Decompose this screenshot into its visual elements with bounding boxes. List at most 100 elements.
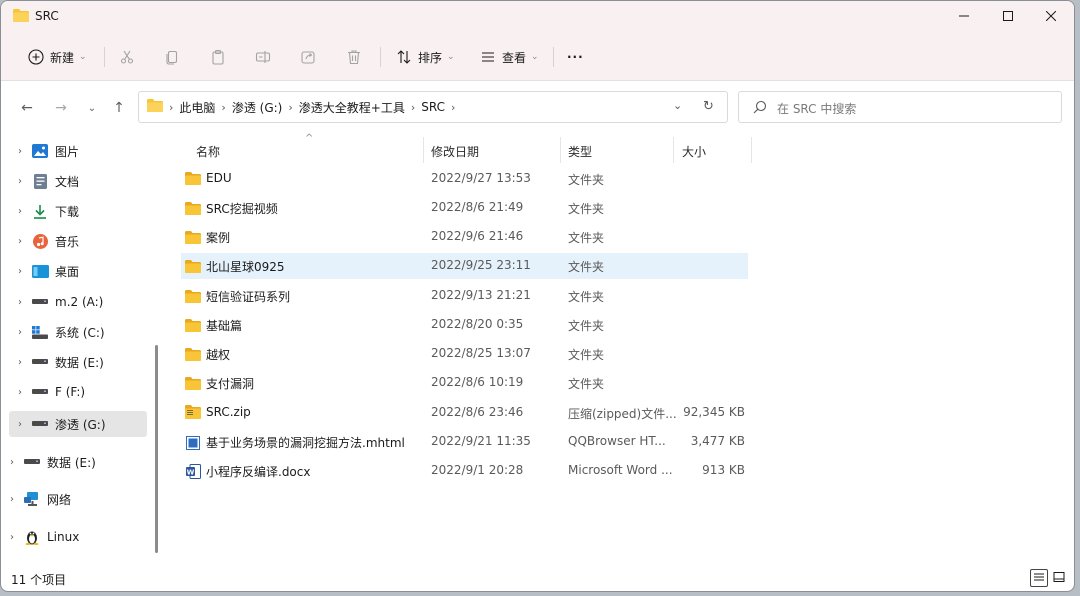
thumbnail-view-icon [1053,571,1065,586]
chevron-right-icon[interactable]: › [288,101,292,114]
sidebar-item-drive-f[interactable]: › F (F:) [9,379,147,405]
paste-button[interactable] [209,45,227,69]
address-bar[interactable]: › 此电脑 › 渗透 (G:) › 渗透大全教程+工具 › SRC › ⌄ ↻ [138,91,728,123]
toolbar-divider [553,47,554,67]
file-size: 3,477 KB [690,434,745,448]
sidebar-item-drive-a[interactable]: › m.2 (A:) [9,289,147,315]
breadcrumb-src[interactable]: SRC [421,100,445,114]
back-button[interactable]: ← [15,96,39,120]
file-type: 文件夹 [568,231,605,245]
music-icon [31,233,49,249]
table-row[interactable]: EDU 2022/9/27 13:53 文件夹 [181,166,748,192]
view-button[interactable]: 查看 ⌄ [479,45,539,69]
file-name-cell: 北山星球0925 [185,258,285,275]
table-row[interactable]: 越权 2022/8/25 13:07 文件夹 [181,341,748,367]
plus-circle-icon [27,48,45,66]
up-button[interactable]: ↑ [107,96,131,120]
chevron-right-icon[interactable]: › [9,327,31,338]
maximize-button[interactable] [985,1,1031,31]
table-row[interactable]: 基础篇 2022/8/20 0:35 文件夹 [181,312,748,338]
chevron-right-icon[interactable]: › [1,457,23,468]
sidebar-item-music[interactable]: › 音乐 [9,228,147,254]
search-box[interactable]: 在 SRC 中搜索 [738,91,1062,123]
file-name-cell: W 小程序反编译.docx [185,463,310,480]
table-row[interactable]: 支付漏洞 2022/8/6 10:19 文件夹 [181,370,748,396]
rename-button[interactable] [254,45,272,69]
recent-locations-button[interactable]: ⌄ [80,96,104,120]
toolbar-divider [380,47,381,67]
sidebar-item-linux[interactable]: › Linux [1,524,139,550]
chevron-right-icon[interactable]: › [221,101,225,114]
table-row[interactable]: 基于业务场景的漏洞挖掘方法.mhtml 2022/9/21 11:35 QQBr… [181,429,748,455]
address-row: ← → ⌄ ↑ › 此电脑 › 渗透 (G:) › 渗透大全教程+工具 › SR… [1,81,1074,135]
minimize-button[interactable] [941,1,987,31]
share-button[interactable] [299,45,317,69]
table-row[interactable]: 短信验证码系列 2022/9/13 21:21 文件夹 [181,283,748,309]
sidebar-item-network[interactable]: › 网络 [1,486,139,512]
arrow-right-icon: → [55,100,67,116]
search-input[interactable]: 在 SRC 中搜索 [777,100,856,117]
chevron-right-icon[interactable]: › [9,419,31,430]
arrow-left-icon: ← [21,100,33,116]
more-button[interactable]: ··· [567,45,584,69]
trash-icon [345,48,363,66]
column-divider[interactable] [673,137,674,163]
table-row[interactable]: 案例 2022/9/6 21:46 文件夹 [181,224,748,250]
chevron-right-icon[interactable]: › [9,206,31,217]
chevron-right-icon[interactable]: › [1,494,23,505]
delete-button[interactable] [345,45,363,69]
sidebar-item-drive-e-root[interactable]: › 数据 (E:) [1,449,139,475]
details-view-button[interactable] [1030,569,1048,587]
column-header-size[interactable]: 大小 [682,139,706,163]
sidebar-item-drive-e[interactable]: › 数据 (E:) [9,349,147,375]
column-divider[interactable] [560,137,561,163]
sidebar-item-label: 音乐 [55,234,80,249]
sidebar-item-label: F (F:) [55,385,86,399]
table-row[interactable]: W 小程序反编译.docx 2022/9/1 20:28 Microsoft Wo… [181,458,748,484]
forward-button[interactable]: → [49,96,73,120]
nav-scrollbar[interactable] [155,345,158,553]
column-divider[interactable] [751,137,752,163]
copy-button[interactable] [163,45,181,69]
chevron-right-icon[interactable]: › [451,101,455,114]
table-row[interactable]: SRC挖掘视频 2022/8/6 21:49 文件夹 [181,195,748,221]
chevron-right-icon[interactable]: › [9,297,31,308]
sidebar-item-documents[interactable]: › 文档 [9,168,147,194]
sidebar-item-pictures[interactable]: › 图片 [9,138,147,164]
chevron-right-icon[interactable]: › [9,236,31,247]
file-type: 文件夹 [568,202,605,216]
folder-icon [147,99,163,115]
file-date: 2022/9/25 23:11 [431,258,531,272]
chevron-right-icon[interactable]: › [9,146,31,157]
cut-button[interactable] [118,45,136,69]
large-icons-view-button[interactable] [1050,569,1068,587]
sidebar-item-desktop[interactable]: › 桌面 [9,258,147,284]
file-name: 案例 [206,231,231,245]
file-name: 短信验证码系列 [206,290,291,304]
refresh-icon[interactable]: ↻ [703,99,714,114]
file-type: 文件夹 [568,377,605,391]
sidebar-item-drive-g[interactable]: › 渗透 (G:) [9,411,147,437]
new-button[interactable]: 新建 ⌄ [27,45,87,69]
chevron-right-icon[interactable]: › [9,266,31,277]
column-header-type[interactable]: 类型 [568,139,592,163]
breadcrumb-tutorial-folder[interactable]: 渗透大全教程+工具 [299,99,405,116]
table-row[interactable]: SRC.zip 2022/8/6 23:46 压缩(zipped)文件... 9… [181,400,748,426]
breadcrumb-drive-g[interactable]: 渗透 (G:) [232,99,283,116]
chevron-right-icon[interactable]: › [411,101,415,114]
breadcrumb-this-pc[interactable]: 此电脑 [179,99,215,116]
chevron-right-icon[interactable]: › [9,387,31,398]
column-divider[interactable] [423,137,424,163]
mhtml-icon [185,435,201,450]
chevron-right-icon[interactable]: › [9,176,31,187]
chevron-right-icon[interactable]: › [9,357,31,368]
table-row[interactable]: 北山星球0925 2022/9/25 23:11 文件夹 [181,253,748,279]
column-header-name[interactable]: 名称 [196,139,220,163]
sidebar-item-downloads[interactable]: › 下载 [9,198,147,224]
sidebar-item-drive-c[interactable]: › 系统 (C:) [9,319,147,345]
close-button[interactable] [1028,1,1074,31]
sort-button[interactable]: 排序 ⌄ [395,45,455,69]
chevron-right-icon[interactable]: › [1,532,23,543]
column-header-date[interactable]: 修改日期 [431,139,479,163]
address-history-chevron-icon[interactable]: ⌄ [673,99,682,112]
